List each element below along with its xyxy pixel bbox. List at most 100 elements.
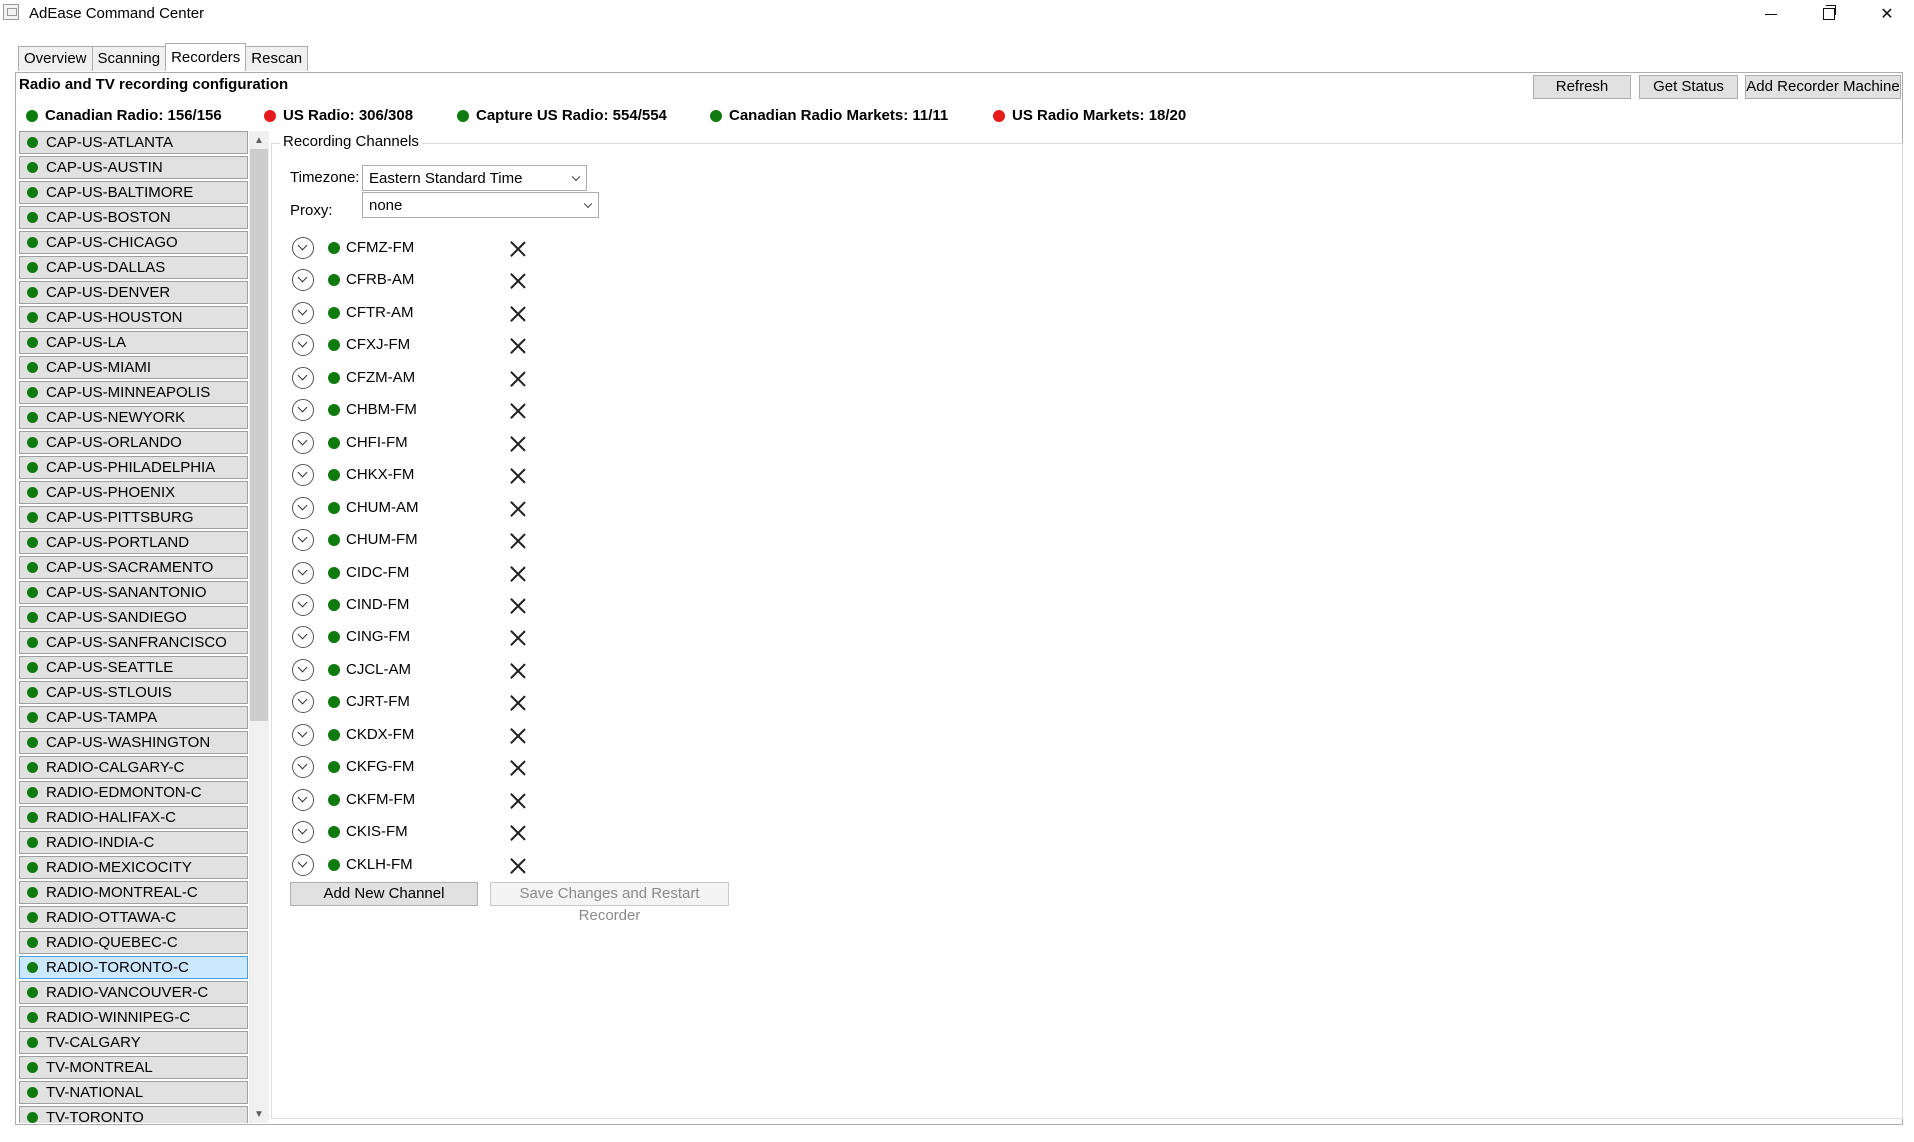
close-x-icon[interactable] — [510, 403, 526, 419]
get-status-button[interactable]: Get Status — [1639, 75, 1738, 99]
recorder-list-item[interactable]: RADIO-QUEBEC-C — [19, 931, 248, 954]
recorder-list-item[interactable]: CAP-US-MINNEAPOLIS — [19, 381, 248, 404]
recorder-list-item[interactable]: TV-MONTREAL — [19, 1056, 248, 1079]
chevron-down-circle-icon[interactable] — [292, 756, 314, 779]
chevron-down-circle-icon[interactable] — [292, 237, 314, 259]
close-x-icon[interactable] — [510, 663, 526, 679]
recorder-list-item[interactable]: CAP-US-DENVER — [19, 281, 248, 304]
chevron-down-circle-icon[interactable] — [292, 399, 314, 422]
recorder-list-item[interactable]: RADIO-TORONTO-C — [19, 956, 248, 979]
recorder-list-item[interactable]: RADIO-EDMONTON-C — [19, 781, 248, 804]
chevron-down-circle-icon[interactable] — [292, 788, 314, 811]
recorder-list-item[interactable]: CAP-US-STLOUIS — [19, 681, 248, 704]
recorder-list-item[interactable]: RADIO-WINNIPEG-C — [19, 1006, 248, 1029]
recorder-list-item[interactable]: CAP-US-PHOENIX — [19, 481, 248, 504]
recorder-list-item[interactable]: TV-CALGARY — [19, 1031, 248, 1054]
chevron-down-circle-icon[interactable] — [292, 691, 314, 714]
recorder-list-item[interactable]: RADIO-MEXICOCITY — [19, 856, 248, 879]
chevron-down-circle-icon[interactable] — [292, 496, 314, 519]
close-x-icon[interactable] — [510, 858, 526, 874]
scroll-down-icon[interactable]: ▼ — [249, 1105, 269, 1123]
scroll-thumb[interactable] — [250, 149, 268, 721]
save-and-restart-button[interactable]: Save Changes and Restart Recorder — [490, 882, 729, 924]
recorder-list-item[interactable]: TV-NATIONAL — [19, 1081, 248, 1104]
close-x-icon[interactable] — [510, 695, 526, 711]
close-x-icon[interactable] — [510, 728, 526, 744]
recorder-list-item[interactable]: CAP-US-CHICAGO — [19, 231, 248, 254]
recorder-list-item[interactable]: CAP-US-PHILADELPHIA — [19, 456, 248, 479]
recorder-list-item[interactable]: CAP-US-AUSTIN — [19, 156, 248, 179]
chevron-down-circle-icon[interactable] — [292, 723, 314, 746]
recorder-list-item[interactable]: CAP-US-NEWYORK — [19, 406, 248, 429]
close-window-button[interactable]: ✕ — [1858, 0, 1914, 28]
recorder-list-item[interactable]: CAP-US-SEATTLE — [19, 656, 248, 679]
tab-recorders[interactable]: Recorders — [165, 43, 247, 71]
recorder-list-item[interactable]: CAP-US-PORTLAND — [19, 531, 248, 554]
chevron-down-circle-icon[interactable] — [292, 821, 314, 844]
chevron-down-circle-icon[interactable] — [292, 334, 314, 357]
close-x-icon[interactable] — [510, 436, 526, 452]
close-x-icon[interactable] — [510, 501, 526, 517]
add-new-channel-button[interactable]: Add New Channel — [290, 882, 478, 906]
recorder-list-item[interactable]: CAP-US-ORLANDO — [19, 431, 248, 454]
recorder-list-item[interactable]: RADIO-HALIFAX-C — [19, 806, 248, 829]
close-x-icon[interactable] — [510, 630, 526, 646]
recorder-list-item[interactable]: RADIO-VANCOUVER-C — [19, 981, 248, 1004]
proxy-select[interactable]: none — [362, 192, 599, 218]
recorder-list-item[interactable]: CAP-US-ATLANTA — [19, 131, 248, 154]
recorder-list-item[interactable]: CAP-US-BALTIMORE — [19, 181, 248, 204]
close-x-icon[interactable] — [510, 825, 526, 841]
minimize-button[interactable] — [1742, 0, 1800, 28]
recorder-list-item[interactable]: RADIO-CALGARY-C — [19, 756, 248, 779]
close-x-icon[interactable] — [510, 468, 526, 484]
timezone-select[interactable]: Eastern Standard Time — [362, 165, 587, 191]
recorder-list-item[interactable]: CAP-US-WASHINGTON — [19, 731, 248, 754]
chevron-down-circle-icon[interactable] — [292, 626, 314, 649]
close-x-icon[interactable] — [510, 760, 526, 776]
chevron-down-circle-icon[interactable] — [292, 529, 314, 552]
chevron-down-circle-icon[interactable] — [292, 593, 314, 616]
recorder-list-item[interactable]: CAP-US-SANDIEGO — [19, 606, 248, 629]
close-x-icon[interactable] — [510, 566, 526, 582]
close-x-icon[interactable] — [510, 338, 526, 354]
status-dot-icon — [27, 612, 38, 623]
restore-button[interactable] — [1800, 0, 1858, 28]
chevron-down-circle-icon[interactable] — [292, 561, 314, 584]
tab-rescan[interactable]: Rescan — [245, 46, 309, 71]
tab-overview[interactable]: Overview — [18, 46, 93, 71]
close-x-icon[interactable] — [510, 371, 526, 387]
recorder-list-item[interactable]: CAP-US-MIAMI — [19, 356, 248, 379]
recorder-list-item[interactable]: CAP-US-SANFRANCISCO — [19, 631, 248, 654]
chevron-down-circle-icon[interactable] — [292, 301, 314, 324]
chevron-down-circle-icon[interactable] — [292, 431, 314, 454]
recorder-list-item[interactable]: CAP-US-PITTSBURG — [19, 506, 248, 529]
chevron-down-circle-icon[interactable] — [292, 658, 314, 681]
recorder-list-item[interactable]: RADIO-OTTAWA-C — [19, 906, 248, 929]
recorder-list-item[interactable]: TV-TORONTO — [19, 1106, 248, 1123]
close-x-icon[interactable] — [510, 533, 526, 549]
add-recorder-machine-button[interactable]: Add Recorder Machine — [1745, 75, 1901, 99]
recorder-list-item[interactable]: RADIO-INDIA-C — [19, 831, 248, 854]
recorder-list-item[interactable]: CAP-US-LA — [19, 331, 248, 354]
recorder-list-item[interactable]: CAP-US-SANANTONIO — [19, 581, 248, 604]
close-x-icon[interactable] — [510, 241, 526, 257]
recorder-list-item[interactable]: CAP-US-HOUSTON — [19, 306, 248, 329]
close-x-icon[interactable] — [510, 793, 526, 809]
close-x-icon[interactable] — [510, 273, 526, 289]
tab-scanning[interactable]: Scanning — [91, 46, 167, 71]
scroll-up-icon[interactable]: ▲ — [249, 131, 269, 149]
recorder-list-item[interactable]: CAP-US-DALLAS — [19, 256, 248, 279]
status-dot-icon — [328, 761, 340, 774]
recorder-list-item[interactable]: CAP-US-SACRAMENTO — [19, 556, 248, 579]
chevron-down-circle-icon[interactable] — [292, 853, 314, 876]
chevron-down-circle-icon[interactable] — [292, 464, 314, 487]
close-x-icon[interactable] — [510, 306, 526, 322]
refresh-button[interactable]: Refresh — [1533, 75, 1631, 99]
chevron-down-circle-icon[interactable] — [292, 366, 314, 389]
chevron-down-circle-icon[interactable] — [292, 269, 314, 292]
recorder-list-item[interactable]: CAP-US-TAMPA — [19, 706, 248, 729]
close-x-icon[interactable] — [510, 598, 526, 614]
recorder-list-item[interactable]: CAP-US-BOSTON — [19, 206, 248, 229]
recorder-list-scrollbar[interactable]: ▲ ▼ — [249, 131, 269, 1123]
recorder-list-item[interactable]: RADIO-MONTREAL-C — [19, 881, 248, 904]
